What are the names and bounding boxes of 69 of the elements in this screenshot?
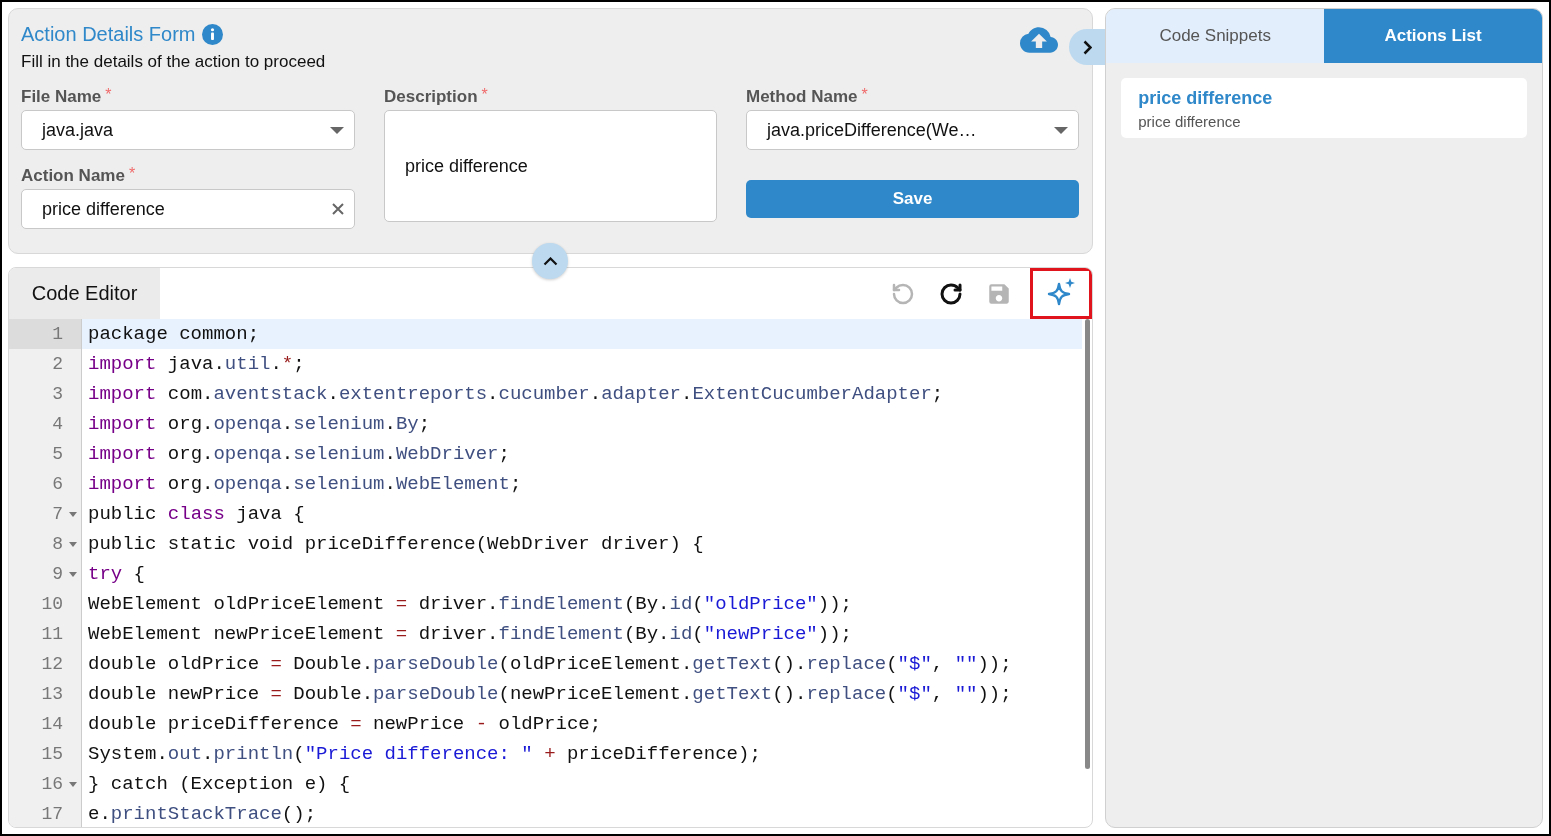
field-label: Method Name bbox=[746, 86, 858, 108]
scrollbar[interactable] bbox=[1085, 319, 1091, 769]
line-number: 7 bbox=[9, 499, 82, 529]
action-description: price difference bbox=[1138, 113, 1242, 130]
field-label: Action Name bbox=[21, 165, 125, 187]
line-number: 1 bbox=[9, 319, 82, 349]
line-number: 12 bbox=[9, 649, 82, 679]
code-line: import com.aventstack.extentreports.cucumber.adapter.ExtentCucumberAdapter; bbox=[87, 382, 945, 407]
line-number: 8 bbox=[9, 529, 82, 559]
action-title: price difference bbox=[1138, 88, 1274, 109]
file-name-select[interactable]: java.java bbox=[21, 110, 355, 150]
code-line: double priceDifference = newPrice - oldPrice; bbox=[87, 712, 603, 737]
line-number: 13 bbox=[9, 679, 82, 709]
line-number: 3 bbox=[9, 379, 82, 409]
panel-tab[interactable]: Actions List bbox=[1324, 9, 1542, 63]
info-icon[interactable] bbox=[201, 23, 223, 45]
form-subtitle: Fill in the details of the action to proceed bbox=[21, 52, 327, 72]
fold-caret-icon[interactable] bbox=[69, 512, 77, 517]
dropdown-caret-icon[interactable] bbox=[1054, 126, 1068, 134]
field-label: Description bbox=[384, 86, 478, 108]
line-number: 6 bbox=[9, 469, 82, 499]
line-number: 5 bbox=[9, 439, 82, 469]
ai-assist-button[interactable] bbox=[1030, 268, 1093, 319]
required-mark: * bbox=[105, 86, 112, 104]
method-name-select[interactable]: java.priceDifference(We… bbox=[746, 110, 1079, 150]
line-number: 4 bbox=[9, 409, 82, 439]
code-line: System.out.println("Price difference: " + priceDifference); bbox=[87, 742, 762, 767]
code-line: public class java { bbox=[87, 502, 306, 527]
collapse-button[interactable] bbox=[1069, 29, 1106, 65]
required-mark: * bbox=[128, 165, 136, 183]
required-mark: * bbox=[861, 86, 868, 104]
code-line: import org.openqa.selenium.WebDriver; bbox=[87, 442, 511, 467]
line-number: 17 bbox=[9, 799, 82, 827]
code-line: e.printStackTrace(); bbox=[87, 802, 318, 827]
dropdown-caret-icon[interactable] bbox=[330, 126, 344, 134]
code-line: try { bbox=[87, 562, 147, 587]
line-number: 11 bbox=[9, 619, 82, 649]
undo-icon bbox=[891, 281, 916, 306]
save-button[interactable]: Save bbox=[746, 180, 1079, 218]
editor-tab[interactable]: Code Editor bbox=[9, 268, 160, 319]
code-line: } catch (Exception e) { bbox=[87, 772, 352, 797]
description-textarea[interactable]: price difference bbox=[384, 110, 717, 222]
fold-caret-icon[interactable] bbox=[69, 782, 77, 787]
line-number: 2 bbox=[9, 349, 82, 379]
field-label: File Name bbox=[21, 86, 102, 108]
form-title: Action Details Form bbox=[21, 22, 196, 46]
code-line: double newPrice = Double.parseDouble(newPriceElement.getText().replace("$", "")); bbox=[87, 682, 1013, 707]
panel-tab[interactable]: Code Snippets bbox=[1106, 9, 1325, 63]
code-line: import org.openqa.selenium.By; bbox=[87, 412, 432, 437]
fold-caret-icon[interactable] bbox=[69, 542, 77, 547]
code-line: WebElement newPriceElement = driver.findElement(By.id("newPrice")); bbox=[87, 622, 853, 647]
redo-icon bbox=[939, 281, 964, 306]
line-number: 9 bbox=[9, 559, 82, 589]
action-name-input[interactable]: price difference bbox=[21, 189, 355, 229]
chevron-up-icon bbox=[542, 256, 558, 266]
line-number: 10 bbox=[9, 589, 82, 619]
code-line: public static void priceDifference(WebDriver driver) { bbox=[87, 532, 705, 557]
fold-caret-icon[interactable] bbox=[69, 572, 77, 577]
clear-icon[interactable] bbox=[332, 203, 344, 215]
code-line: double oldPrice = Double.parseDouble(oldPriceElement.getText().replace("$", "")); bbox=[87, 652, 1013, 677]
line-number: 14 bbox=[9, 709, 82, 739]
required-mark: * bbox=[481, 86, 488, 104]
action-card[interactable]: price difference price difference bbox=[1121, 78, 1527, 138]
code-line: import java.util.*; bbox=[87, 352, 306, 377]
line-number: 16 bbox=[9, 769, 82, 799]
chevron-right-icon bbox=[1082, 39, 1092, 55]
code-line: WebElement oldPriceElement = driver.findElement(By.id("oldPrice")); bbox=[87, 592, 853, 617]
line-number: 15 bbox=[9, 739, 82, 769]
code-line: import org.openqa.selenium.WebElement; bbox=[87, 472, 523, 497]
